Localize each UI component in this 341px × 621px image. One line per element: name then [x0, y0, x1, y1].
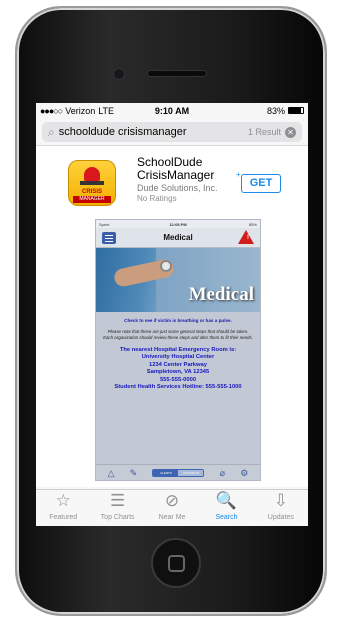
hospital-line: Student Health Services Hotline: 555-555…	[114, 384, 242, 391]
proximity-sensor	[171, 48, 177, 54]
list-icon: ☰	[109, 491, 126, 510]
app-row[interactable]: CRISIS MANAGER SchoolDude CrisisManager …	[36, 150, 308, 210]
search-bar: ⌕ schooldude crisismanager 1 Result ✕	[36, 118, 308, 146]
screenshot-nav-bar: Medical !	[96, 228, 260, 248]
tab-label: Top Charts	[100, 514, 135, 521]
stethoscope-icon	[160, 260, 172, 272]
screenshot-status-bar: Sprint 12:08 PM 85%	[96, 220, 260, 228]
alert-mark: !	[247, 235, 249, 241]
segment-contacts: CONTACTS	[178, 469, 204, 476]
compass-icon: ⊘	[164, 491, 180, 510]
pen-icon: ✎	[129, 467, 138, 478]
app-ratings: No Ratings	[137, 194, 177, 203]
result-count: 1 Result	[247, 127, 281, 137]
tab-label: Search	[215, 514, 238, 521]
tab-search[interactable]: 🔍 Search	[199, 490, 253, 526]
tab-updates[interactable]: ⇩ Updates	[254, 490, 308, 526]
hospital-line: 555-555-0000	[159, 376, 197, 383]
magnifier-icon: ⌕	[48, 124, 55, 139]
screenshot-tab-bar: △ ✎ ALERTS CONTACTS ⌀ ⚙	[96, 464, 260, 480]
siren-icon	[84, 167, 100, 181]
hero-word: Medical	[188, 284, 254, 305]
home-button[interactable]	[151, 538, 201, 588]
tab-label: Updates	[267, 514, 294, 521]
check-instruction: Check to see if victim is breathing or h…	[124, 318, 232, 323]
search-query: schooldude crisismanager	[58, 126, 187, 138]
alert-outline-icon: △	[107, 467, 115, 478]
segmented-control: ALERTS CONTACTS	[152, 468, 205, 477]
gear-icon: ⚙	[240, 467, 249, 478]
alert-triangle-icon	[238, 230, 254, 244]
paperclip-icon: ⌀	[219, 467, 226, 478]
status-bar: ●●●○○ Verizon LTE 9:10 AM 83%	[36, 103, 308, 118]
search-result-card[interactable]: CRISIS MANAGER SchoolDude CrisisManager …	[36, 146, 308, 487]
hospital-info: The nearest Hospital Emergency Room is: …	[102, 347, 254, 391]
battery-icon	[288, 107, 304, 114]
hospital-line: Sampletown, VA 12345	[146, 369, 210, 376]
search-icon: 🔍	[215, 491, 237, 510]
tab-featured[interactable]: ☆ Featured	[36, 490, 90, 526]
app-name[interactable]: SchoolDude CrisisManager	[137, 156, 247, 182]
status-time: 9:10 AM	[154, 105, 190, 116]
medical-hero-image: Medical	[96, 248, 260, 312]
app-developer: Dude Solutions, Inc.	[137, 183, 218, 193]
app-screenshot[interactable]: Sprint 12:08 PM 85% Medical ! Medical Ch…	[95, 219, 261, 481]
screenshot-time: 12:08 PM	[169, 221, 187, 227]
hospital-line: University Hospital Center	[141, 354, 215, 361]
screenshot-title: Medical	[163, 233, 193, 242]
earpiece-speaker	[147, 70, 207, 77]
tab-label: Featured	[49, 514, 78, 521]
tab-top-charts[interactable]: ☰ Top Charts	[90, 490, 144, 526]
segment-alerts: ALERTS	[153, 469, 179, 476]
general-note: Please note that these are just some gen…	[103, 329, 253, 340]
get-button[interactable]: GET	[241, 174, 281, 193]
tab-bar: ☆ Featured ☰ Top Charts ⊘ Near Me 🔍 Sear…	[36, 489, 308, 526]
icon-text-manager: MANAGER	[73, 196, 111, 203]
home-square-icon	[168, 555, 185, 572]
clear-search-icon[interactable]: ✕	[285, 126, 296, 138]
phone-screen: ●●●○○ Verizon LTE 9:10 AM 83% ⌕ schooldu…	[36, 103, 308, 526]
star-icon: ☆	[55, 491, 71, 510]
hospital-line: 1234 Center Parkway	[148, 361, 207, 368]
front-camera	[113, 68, 125, 80]
icon-text-crisis: CRISIS	[81, 189, 102, 195]
screenshot-body: Check to see if victim is breathing or h…	[96, 312, 260, 464]
search-input[interactable]: ⌕ schooldude crisismanager 1 Result ✕	[42, 122, 302, 142]
plus-icon: +	[236, 170, 241, 179]
siren-base	[80, 181, 104, 185]
hospital-line: The nearest Hospital Emergency Room is:	[119, 347, 237, 353]
download-tray-icon: ⇩	[273, 491, 288, 510]
app-icon[interactable]: CRISIS MANAGER	[68, 160, 116, 206]
tab-label: Near Me	[158, 514, 186, 521]
tab-near-me[interactable]: ⊘ Near Me	[145, 490, 199, 526]
